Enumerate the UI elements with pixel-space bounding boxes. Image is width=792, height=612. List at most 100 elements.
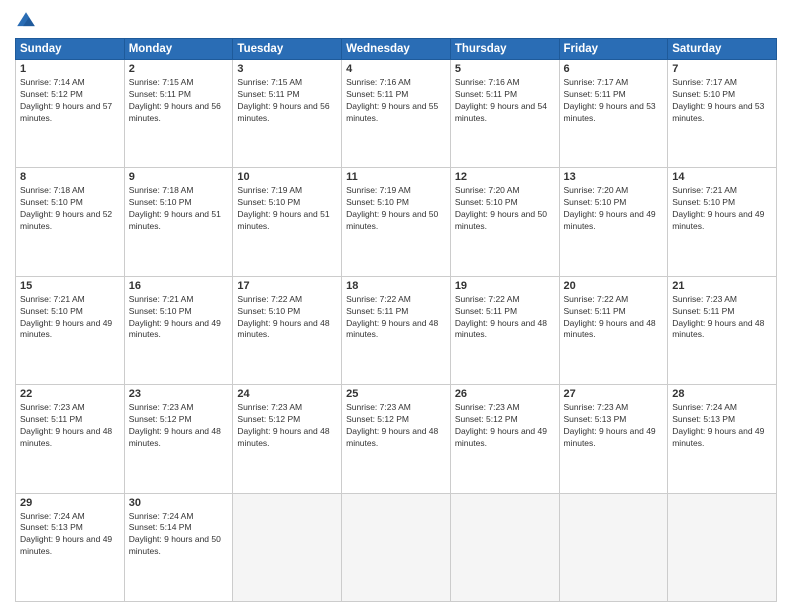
table-row: 30Sunrise: 7:24 AMSunset: 5:14 PMDayligh… bbox=[124, 493, 233, 601]
sunrise: Sunrise: 7:24 AM bbox=[672, 402, 737, 412]
day-info: Sunrise: 7:20 AMSunset: 5:10 PMDaylight:… bbox=[455, 185, 555, 233]
sunset: Sunset: 5:13 PM bbox=[672, 414, 735, 424]
table-row: 5 Sunrise: 7:16 AMSunset: 5:11 PMDaylight… bbox=[450, 60, 559, 168]
day-number: 11 bbox=[346, 171, 446, 183]
calendar-week-3: 15 Sunrise: 7:21 AMSunset: 5:10 PMDayligh… bbox=[16, 276, 777, 384]
day-info: Sunrise: 7:17 AMSunset: 5:10 PMDaylight:… bbox=[672, 77, 772, 125]
day-info: Sunrise: 7:22 AMSunset: 5:11 PMDaylight:… bbox=[455, 294, 555, 342]
day-number: 16 bbox=[129, 280, 229, 292]
day-number: 24 bbox=[237, 388, 337, 400]
daylight: Daylight: 9 hours and 48 minutes. bbox=[237, 426, 329, 448]
day-info: Sunrise: 7:21 AMSunset: 5:10 PMDaylight:… bbox=[129, 294, 229, 342]
day-info: Sunrise: 7:16 AMSunset: 5:11 PMDaylight:… bbox=[455, 77, 555, 125]
day-number: 17 bbox=[237, 280, 337, 292]
sunrise: Sunrise: 7:22 AM bbox=[346, 294, 411, 304]
sunrise: Sunrise: 7:23 AM bbox=[455, 402, 520, 412]
sunset: Sunset: 5:11 PM bbox=[346, 306, 408, 316]
day-info: Sunrise: 7:24 AMSunset: 5:14 PMDaylight:… bbox=[129, 511, 229, 559]
day-info: Sunrise: 7:19 AMSunset: 5:10 PMDaylight:… bbox=[346, 185, 446, 233]
table-row: 2Sunrise: 7:15 AMSunset: 5:11 PMDaylight… bbox=[124, 60, 233, 168]
table-row: 11 Sunrise: 7:19 AMSunset: 5:10 PMDayligh… bbox=[342, 168, 451, 276]
daylight: Daylight: 9 hours and 53 minutes. bbox=[672, 101, 764, 123]
col-sunday: Sunday bbox=[16, 39, 125, 60]
daylight: Daylight: 9 hours and 55 minutes. bbox=[346, 101, 438, 123]
sunset: Sunset: 5:11 PM bbox=[455, 306, 517, 316]
table-row: 24 Sunrise: 7:23 AMSunset: 5:12 PMDayligh… bbox=[233, 385, 342, 493]
sunset: Sunset: 5:13 PM bbox=[20, 522, 83, 532]
day-number: 21 bbox=[672, 280, 772, 292]
daylight: Daylight: 9 hours and 53 minutes. bbox=[564, 101, 656, 123]
day-number: 29 bbox=[20, 497, 120, 509]
daylight: Daylight: 9 hours and 48 minutes. bbox=[129, 426, 221, 448]
table-row: 23Sunrise: 7:23 AMSunset: 5:12 PMDayligh… bbox=[124, 385, 233, 493]
day-info: Sunrise: 7:21 AMSunset: 5:10 PMDaylight:… bbox=[672, 185, 772, 233]
table-row bbox=[559, 493, 668, 601]
table-row: 22Sunrise: 7:23 AMSunset: 5:11 PMDayligh… bbox=[16, 385, 125, 493]
sunset: Sunset: 5:12 PM bbox=[346, 414, 409, 424]
sunrise: Sunrise: 7:24 AM bbox=[20, 511, 85, 521]
table-row: 8 Sunrise: 7:18 AMSunset: 5:10 PMDaylight… bbox=[16, 168, 125, 276]
day-number: 7 bbox=[672, 63, 772, 75]
day-info: Sunrise: 7:15 AMSunset: 5:11 PMDaylight:… bbox=[129, 77, 229, 125]
sunset: Sunset: 5:13 PM bbox=[564, 414, 627, 424]
calendar-week-1: 1Sunrise: 7:14 AMSunset: 5:12 PMDaylight… bbox=[16, 60, 777, 168]
daylight: Daylight: 9 hours and 49 minutes. bbox=[672, 426, 764, 448]
table-row: 19 Sunrise: 7:22 AMSunset: 5:11 PMDayligh… bbox=[450, 276, 559, 384]
sunset: Sunset: 5:10 PM bbox=[564, 197, 627, 207]
sunrise: Sunrise: 7:22 AM bbox=[237, 294, 302, 304]
table-row: 21Sunrise: 7:23 AMSunset: 5:11 PMDayligh… bbox=[668, 276, 777, 384]
daylight: Daylight: 9 hours and 52 minutes. bbox=[20, 209, 112, 231]
day-info: Sunrise: 7:18 AMSunset: 5:10 PMDaylight:… bbox=[20, 185, 120, 233]
day-number: 19 bbox=[455, 280, 555, 292]
table-row: 17Sunrise: 7:22 AMSunset: 5:10 PMDayligh… bbox=[233, 276, 342, 384]
table-row: 4Sunrise: 7:16 AMSunset: 5:11 PMDaylight… bbox=[342, 60, 451, 168]
sunrise: Sunrise: 7:17 AM bbox=[564, 77, 629, 87]
sunset: Sunset: 5:11 PM bbox=[455, 89, 517, 99]
col-monday: Monday bbox=[124, 39, 233, 60]
day-info: Sunrise: 7:14 AMSunset: 5:12 PMDaylight:… bbox=[20, 77, 120, 125]
day-number: 8 bbox=[20, 171, 120, 183]
sunset: Sunset: 5:11 PM bbox=[20, 414, 82, 424]
day-info: Sunrise: 7:23 AMSunset: 5:12 PMDaylight:… bbox=[129, 402, 229, 450]
day-number: 5 bbox=[455, 63, 555, 75]
daylight: Daylight: 9 hours and 54 minutes. bbox=[455, 101, 547, 123]
day-info: Sunrise: 7:24 AM Sunset: 5:13 PM Daylight:… bbox=[672, 402, 772, 450]
sunset: Sunset: 5:10 PM bbox=[455, 197, 518, 207]
table-row: 15 Sunrise: 7:21 AMSunset: 5:10 PMDayligh… bbox=[16, 276, 125, 384]
table-row: 25Sunrise: 7:23 AMSunset: 5:12 PMDayligh… bbox=[342, 385, 451, 493]
day-info: Sunrise: 7:15 AMSunset: 5:11 PMDaylight:… bbox=[237, 77, 337, 125]
sunset: Sunset: 5:10 PM bbox=[237, 306, 300, 316]
day-info: Sunrise: 7:23 AMSunset: 5:12 PMDaylight:… bbox=[237, 402, 337, 450]
day-info: Sunrise: 7:21 AMSunset: 5:10 PMDaylight:… bbox=[20, 294, 120, 342]
day-number: 10 bbox=[237, 171, 337, 183]
daylight: Daylight: 9 hours and 49 minutes. bbox=[129, 318, 221, 340]
sunrise: Sunrise: 7:16 AM bbox=[346, 77, 411, 87]
daylight: Daylight: 9 hours and 49 minutes. bbox=[564, 426, 656, 448]
day-number: 15 bbox=[20, 280, 120, 292]
sunset: Sunset: 5:11 PM bbox=[346, 89, 408, 99]
header bbox=[15, 10, 777, 32]
sunset: Sunset: 5:10 PM bbox=[672, 89, 735, 99]
daylight: Daylight: 9 hours and 49 minutes. bbox=[672, 209, 764, 231]
calendar-table: Sunday Monday Tuesday Wednesday Thursday… bbox=[15, 38, 777, 602]
sunset: Sunset: 5:10 PM bbox=[129, 197, 192, 207]
sunrise: Sunrise: 7:24 AM bbox=[129, 511, 194, 521]
sunset: Sunset: 5:10 PM bbox=[346, 197, 409, 207]
table-row: 6Sunrise: 7:17 AMSunset: 5:11 PMDaylight… bbox=[559, 60, 668, 168]
day-number: 27 bbox=[564, 388, 664, 400]
table-row: 16 Sunrise: 7:21 AMSunset: 5:10 PMDayligh… bbox=[124, 276, 233, 384]
day-info: Sunrise: 7:18 AMSunset: 5:10 PMDaylight:… bbox=[129, 185, 229, 233]
table-row bbox=[668, 493, 777, 601]
day-number: 9 bbox=[129, 171, 229, 183]
table-row: 14Sunrise: 7:21 AMSunset: 5:10 PMDayligh… bbox=[668, 168, 777, 276]
daylight: Daylight: 9 hours and 50 minutes. bbox=[346, 209, 438, 231]
daylight: Daylight: 9 hours and 56 minutes. bbox=[237, 101, 329, 123]
sunrise: Sunrise: 7:22 AM bbox=[564, 294, 629, 304]
daylight: Daylight: 9 hours and 49 minutes. bbox=[20, 318, 112, 340]
sunrise: Sunrise: 7:23 AM bbox=[20, 402, 85, 412]
daylight: Daylight: 9 hours and 48 minutes. bbox=[455, 318, 547, 340]
day-info: Sunrise: 7:22 AMSunset: 5:11 PMDaylight:… bbox=[346, 294, 446, 342]
sunset: Sunset: 5:14 PM bbox=[129, 522, 192, 532]
sunset: Sunset: 5:11 PM bbox=[672, 306, 734, 316]
calendar-week-5: 29Sunrise: 7:24 AMSunset: 5:13 PMDayligh… bbox=[16, 493, 777, 601]
